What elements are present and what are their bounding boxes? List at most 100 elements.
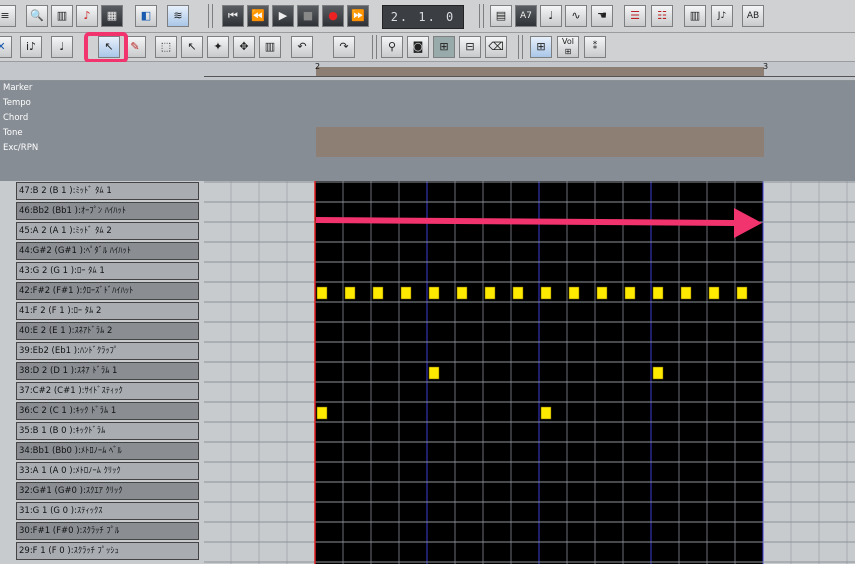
insert-tool-icon[interactable]: ✦ — [207, 36, 229, 58]
conductor-track-area: Marker Tempo Chord Tone Exc/RPN — [0, 81, 855, 181]
conductor-label-chord: Chord — [3, 113, 29, 123]
drum-key-row[interactable]: 32:G#1 (G#0 ):ｽｸｴｱ ｸﾘｯｸ — [16, 482, 199, 500]
rewind-to-start-icon[interactable]: ⏮ — [222, 5, 244, 27]
measure-mark-3: 3 — [763, 62, 769, 71]
drum-key-row[interactable]: 40:E 2 (E 1 ):ｽﾈｱﾄﾞﾗﾑ 2 — [16, 322, 199, 340]
staff-edit-icon[interactable]: ☰ — [624, 5, 646, 27]
hand-icon[interactable]: ☚ — [591, 5, 613, 27]
drum-key-row[interactable]: 44:G#2 (G#1 ):ﾍﾟﾀﾞﾙ ﾊｲﾊｯﾄ — [16, 242, 199, 260]
out-of-range-right — [763, 181, 855, 564]
drum-key-row[interactable]: 43:G 2 (G 1 ):ﾛｰ ﾀﾑ 1 — [16, 262, 199, 280]
record-icon[interactable]: ● — [322, 5, 344, 27]
ruler-baseline — [204, 76, 855, 77]
arrow-left-icon[interactable]: ✕ — [0, 36, 12, 58]
selected-tool-highlight — [84, 32, 128, 63]
drum-key-row[interactable]: 46:Bb2 (Bb1 ):ｵｰﾌﾟﾝ ﾊｲﾊｯﾄ — [16, 202, 199, 220]
region-select-icon[interactable]: ⬚ — [155, 36, 177, 58]
mixer-icon[interactable]: ▤ — [490, 5, 512, 27]
keyboard-icon[interactable]: ▥ — [259, 36, 281, 58]
note-event — [736, 286, 748, 300]
score-icon[interactable]: ▦ — [101, 5, 123, 27]
toolbar-separator — [518, 35, 523, 59]
main-toolbar: ≡ 🔍 ▥ ♪ ▦ ◧ ≋ ⏮ ⏪ ▶ ■ ● ⏩ 2. 1. 0 ▤ A7 ♩… — [0, 0, 855, 33]
drum-key-row[interactable]: 38:D 2 (D 1 ):ｽﾈｱ ﾄﾞﾗﾑ 1 — [16, 362, 199, 380]
conductor-label-tempo: Tempo — [3, 98, 31, 108]
step-icon[interactable]: ⊟ — [459, 36, 481, 58]
drum-key-row[interactable]: 37:C#2 (C#1 ):ｻｲﾄﾞｽﾃｨｯｸ — [16, 382, 199, 400]
eraser-icon[interactable]: ⌫ — [485, 36, 507, 58]
note-event — [428, 286, 440, 300]
snap-icon[interactable]: ⊞ — [433, 36, 455, 58]
drum-key-row[interactable]: 39:Eb2 (Eb1 ):ﾊﾝﾄﾞｸﾗｯﾌﾟ — [16, 342, 199, 360]
note-event — [540, 406, 552, 420]
drum-key-row[interactable]: 34:Bb1 (Bb0 ):ﾒﾄﾛﾉｰﾑ ﾍﾞﾙ — [16, 442, 199, 460]
conductor-range-block — [316, 127, 764, 157]
staff-icon[interactable]: ☷ — [651, 5, 673, 27]
wave-icon[interactable]: ≋ — [167, 5, 189, 27]
ab-icon[interactable]: AB — [742, 5, 764, 27]
drum-key-row[interactable]: 33:A 1 (A 0 ):ﾒﾄﾛﾉｰﾑ ｸﾘｯｸ — [16, 462, 199, 480]
drum-key-row[interactable]: 30:F#1 (F#0 ):ｽｸﾗｯﾁ ﾌﾟﾙ — [16, 522, 199, 540]
note-event — [344, 286, 356, 300]
piano-roll-icon[interactable]: ▥ — [51, 5, 73, 27]
conductor-label-marker: Marker — [3, 83, 33, 93]
drum-key-row[interactable]: 42:F#2 (F#1 ):ｸﾛｰｽﾞﾄﾞﾊｲﾊｯﾄ — [16, 282, 199, 300]
rewind-icon[interactable]: ⏪ — [247, 5, 269, 27]
note-event — [596, 286, 608, 300]
stop-icon[interactable]: ■ — [297, 5, 319, 27]
note-event — [624, 286, 636, 300]
note-icon[interactable]: ♩ — [51, 36, 73, 58]
drum-key-row[interactable]: 31:G 1 (G 0 ):ｽﾃｨｯｸｽ — [16, 502, 199, 520]
note-event — [456, 286, 468, 300]
velocity-edit-icon[interactable]: ⁑ — [584, 36, 606, 58]
redo-icon[interactable]: ↷ — [333, 36, 355, 58]
chord-icon[interactable]: A7 — [515, 5, 537, 27]
note-event — [680, 286, 692, 300]
drum-key-row[interactable]: 41:F 2 (F 1 ):ﾛｰ ﾀﾑ 2 — [16, 302, 199, 320]
undo-icon[interactable]: ↶ — [291, 36, 313, 58]
toolbar-separator — [208, 4, 213, 28]
drum-key-row[interactable]: 35:B 1 (B 0 ):ｷｯｸﾄﾞﾗﾑ — [16, 422, 199, 440]
lyric-icon[interactable]: i♪ — [20, 36, 42, 58]
note-event — [652, 366, 664, 380]
velocity-icon[interactable]: ⚲ — [381, 36, 403, 58]
curve-icon[interactable]: ∿ — [565, 5, 587, 27]
play-icon[interactable]: ▶ — [272, 5, 294, 27]
drum-key-row[interactable]: 29:F 1 (F 0 ):ｽｸﾗｯﾁ ﾌﾟｯｼｭ — [16, 542, 199, 560]
note-event — [316, 406, 328, 420]
measure-mark-2: 2 — [315, 62, 321, 71]
grid-icon[interactable]: ⊞ — [530, 36, 552, 58]
note-event — [484, 286, 496, 300]
list-icon[interactable]: ≡ — [0, 5, 16, 27]
note-event — [316, 286, 328, 300]
note-event — [708, 286, 720, 300]
drum-key-row[interactable]: 45:A 2 (A 1 ):ﾐｯﾄﾞ ﾀﾑ 2 — [16, 222, 199, 240]
volume-icon[interactable]: Vol ⊞ — [557, 36, 579, 58]
measure-ruler[interactable]: 2 3 — [0, 62, 855, 81]
annotation-arrow — [316, 208, 762, 238]
drum-icon[interactable]: J♪ — [711, 5, 733, 27]
camera-icon[interactable]: ◙ — [407, 36, 429, 58]
note-event — [568, 286, 580, 300]
toolbar-separator — [479, 4, 484, 28]
transport-icon[interactable]: ◧ — [135, 5, 157, 27]
conductor-label-exc-rpn: Exc/RPN — [3, 143, 39, 153]
toolbar-separator — [372, 35, 377, 59]
note-event — [652, 286, 664, 300]
note-event — [540, 286, 552, 300]
note-icon[interactable]: ♩ — [540, 5, 562, 27]
annotation-arrow-shape — [316, 208, 762, 238]
guitar-icon[interactable]: ♪ — [76, 5, 98, 27]
note-event — [400, 286, 412, 300]
move-tool-icon[interactable]: ✥ — [233, 36, 255, 58]
piano-keys-icon[interactable]: ▥ — [684, 5, 706, 27]
document-icon[interactable]: 🔍 — [26, 5, 48, 27]
drum-key-row[interactable]: 36:C 2 (C 1 ):ｷｯｸ ﾄﾞﾗﾑ 1 — [16, 402, 199, 420]
select-tool-icon[interactable]: ↖ — [181, 36, 203, 58]
note-event — [512, 286, 524, 300]
fast-forward-icon[interactable]: ⏩ — [347, 5, 369, 27]
editor-toolbar: ✕ i♪ ♩ ↖ ✎ ⬚ ↖ ✦ ✥ ▥ ↶ ↷ ⚲ ◙ ⊞ ⊟ ⌫ ⊞ Vol… — [0, 33, 855, 62]
conductor-label-tone: Tone — [3, 128, 23, 138]
drum-key-row[interactable]: 47:B 2 (B 1 ):ﾐｯﾄﾞ ﾀﾑ 1 — [16, 182, 199, 200]
position-display: 2. 1. 0 — [382, 5, 464, 29]
